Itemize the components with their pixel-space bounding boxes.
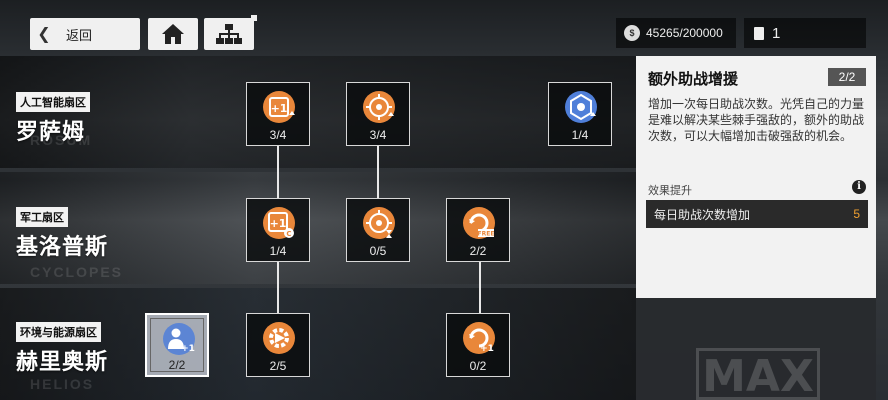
- skill-node-refresh-plus-one[interactable]: +1 0/2: [446, 313, 510, 377]
- info-icon[interactable]: i: [852, 180, 866, 194]
- chevron-left-icon: ❮: [37, 26, 51, 43]
- node-count: 2/2: [469, 244, 487, 258]
- district-tag: 人工智能扇区: [16, 92, 90, 112]
- currency-value: 45265/200000: [646, 26, 723, 40]
- connector-line: [277, 146, 279, 198]
- effect-value: 5: [853, 207, 860, 221]
- skill-node-plus-one-coin[interactable]: +1 C 1/4: [246, 198, 310, 262]
- ticket-icon: [754, 26, 764, 40]
- skill-node-target[interactable]: 3/4: [346, 82, 410, 146]
- svg-text:C: C: [286, 230, 291, 238]
- effect-label: 效果提升: [648, 185, 692, 197]
- home-icon: [162, 24, 184, 44]
- svg-text:+1: +1: [270, 217, 287, 230]
- node-count: 1/4: [269, 244, 287, 258]
- plus-one-up-icon: +1: [263, 91, 295, 123]
- skill-description: 增加一次每日助战次数。光凭自己的力量是难以解决某些棘手强敌的，额外的助战次数，可…: [648, 97, 865, 143]
- node-count: 3/4: [369, 128, 387, 142]
- effect-name: 每日助战次数增加: [654, 207, 751, 222]
- skill-tree-button[interactable]: [204, 15, 257, 50]
- skill-level-badge: 2/2: [828, 68, 866, 86]
- plus-one-coin-icon: +1 C: [263, 207, 295, 239]
- node-count: 3/4: [269, 128, 287, 142]
- svg-text:FREE: FREE: [478, 231, 495, 238]
- home-button[interactable]: [148, 18, 198, 50]
- coin-icon: $: [624, 25, 640, 41]
- skill-detail-panel: 额外助战增援 2/2 增加一次每日助战次数。光凭自己的力量是难以解决某些棘手强敌…: [636, 56, 876, 298]
- district-band-rosum: [0, 56, 636, 168]
- skill-node-gear-refresh[interactable]: 2/5: [246, 313, 310, 377]
- refresh-plus-one-icon: +1: [463, 322, 495, 354]
- svg-text:+1: +1: [480, 344, 494, 354]
- node-count: 2/2: [168, 358, 186, 372]
- person-plus-one-icon: +1: [163, 323, 195, 355]
- free-refresh-icon: FREE: [463, 207, 495, 239]
- district-name: 基洛普斯: [16, 234, 109, 259]
- node-count: 0/5: [369, 244, 387, 258]
- connector-line: [377, 146, 379, 198]
- district-label-rosum: 人工智能扇区 罗萨姆: [16, 92, 90, 146]
- max-level-indicator: MAX: [696, 348, 820, 400]
- skill-node-free-refresh[interactable]: FREE 2/2: [446, 198, 510, 262]
- district-name: 罗萨姆: [16, 119, 86, 144]
- district-tag: 军工扇区: [16, 207, 68, 227]
- node-count: 0/2: [469, 359, 487, 373]
- back-button[interactable]: ❮ 返回: [30, 18, 140, 50]
- node-count: 1/4: [571, 128, 589, 142]
- skill-node-target-time[interactable]: 0/5: [346, 198, 410, 262]
- district-name: 赫里奥斯: [16, 349, 109, 374]
- skill-title: 额外助战增援: [648, 71, 739, 88]
- district-label-helios: 环境与能源扇区 赫里奥斯: [16, 322, 108, 376]
- connector-line: [479, 262, 481, 314]
- target-hourglass-icon: [363, 207, 395, 239]
- hierarchy-icon: [216, 24, 242, 44]
- effect-row: 每日助战次数增加 5: [646, 200, 868, 228]
- svg-text:+1: +1: [181, 344, 195, 354]
- back-label: 返回: [66, 27, 93, 43]
- district-watermark: CYCLOPES: [30, 264, 124, 280]
- connector-line: [277, 262, 279, 314]
- node-count: 2/5: [269, 359, 287, 373]
- currency-display: $ 45265/200000: [616, 18, 736, 48]
- ticket-value: 1: [772, 24, 781, 42]
- skill-node-hexagon[interactable]: 1/4: [548, 82, 612, 146]
- district-label-cyclopes: 军工扇区 基洛普斯: [16, 207, 108, 261]
- district-watermark: HELIOS: [30, 376, 95, 392]
- svg-text:+1: +1: [271, 102, 288, 115]
- skill-node-plus-one[interactable]: +1 3/4: [246, 82, 310, 146]
- target-up-icon: [363, 91, 395, 123]
- gear-refresh-icon: [263, 322, 295, 354]
- ticket-display: 1: [744, 18, 866, 48]
- skill-node-extra-support-selected[interactable]: +1 2/2: [145, 313, 209, 377]
- hexagon-up-icon: [565, 91, 597, 123]
- district-tag: 环境与能源扇区: [16, 322, 101, 342]
